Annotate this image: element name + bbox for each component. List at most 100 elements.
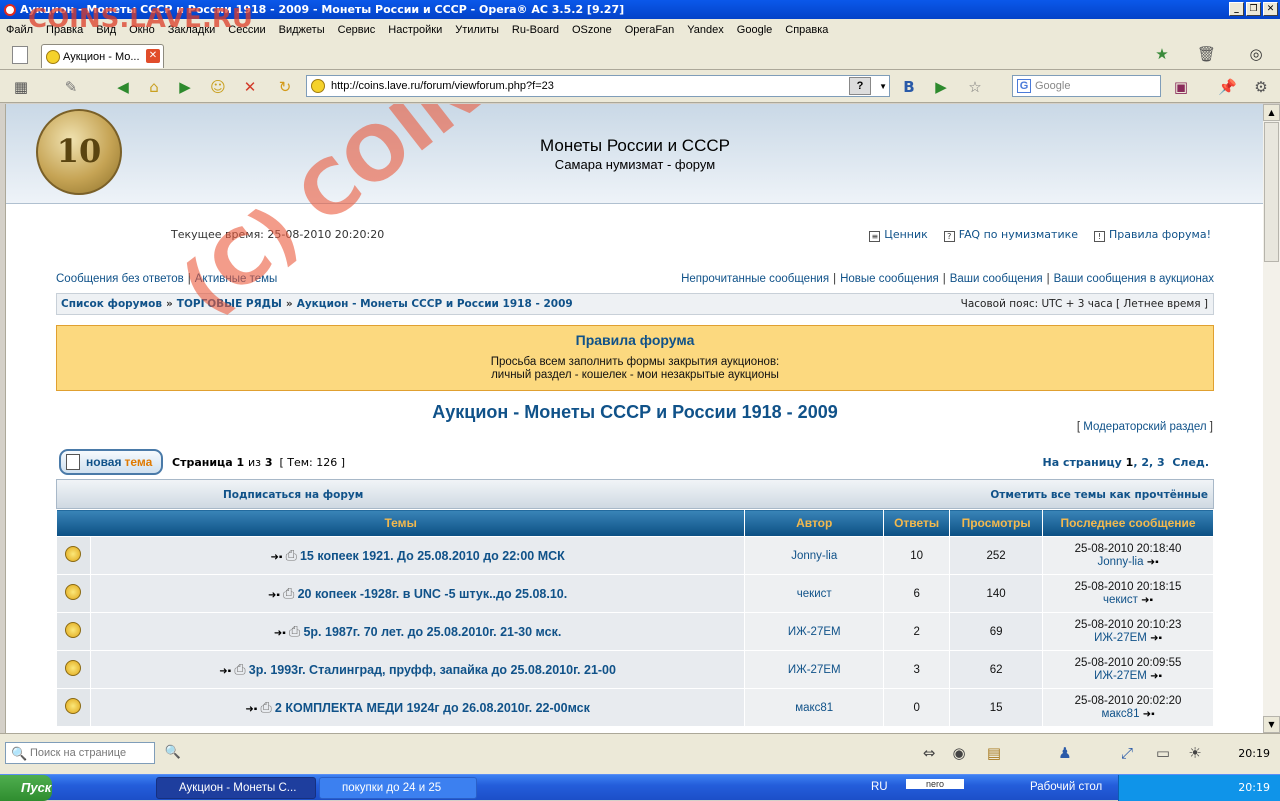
menu-settings[interactable]: Настройки xyxy=(388,24,442,36)
menu-widgets[interactable]: Виджеты xyxy=(279,24,325,36)
scroll-down-icon[interactable]: ▼ xyxy=(1263,716,1280,733)
last-post-author[interactable]: макс81 xyxy=(1101,708,1139,720)
sound-icon[interactable]: ◉ xyxy=(950,744,968,762)
bookmark-add-icon[interactable]: ★ xyxy=(1153,45,1171,63)
menu-ruboard[interactable]: Ru-Board xyxy=(512,24,559,36)
breadcrumb-forums[interactable]: Список форумов xyxy=(61,298,162,310)
page-2-link[interactable]: 2 xyxy=(1141,456,1149,469)
topic-author[interactable]: ИЖ-27ЕМ xyxy=(744,612,885,651)
goto-last-post-icon[interactable]: ➜▪ xyxy=(1147,556,1159,569)
subscribe-link[interactable]: Подписаться на форум xyxy=(223,489,363,501)
new-posts-link[interactable]: Новые сообщения xyxy=(840,273,939,285)
language-indicator[interactable]: RU xyxy=(871,781,888,793)
reload-icon[interactable]: ↻ xyxy=(276,78,294,96)
home-icon[interactable]: ⌂ xyxy=(145,78,163,96)
settings-icon[interactable]: ⚙ xyxy=(1252,78,1270,96)
site-info-icon[interactable]: ? xyxy=(849,77,871,95)
last-post-author[interactable]: ИЖ-27ЕМ xyxy=(1094,670,1147,682)
goto-new-icon[interactable]: ➜▪ xyxy=(245,704,257,715)
zoom-icon[interactable]: ⤢ xyxy=(1118,744,1136,762)
pin-icon[interactable]: 📌 xyxy=(1218,78,1237,96)
translate-icon[interactable]: ▣ xyxy=(1172,78,1190,96)
desktop-toolbar[interactable]: Рабочий стол xyxy=(1030,781,1102,793)
topic-link[interactable]: 20 копеек -1928г. в UNC -5 штук..до 25.0… xyxy=(298,587,568,601)
next-page-link[interactable]: След. xyxy=(1172,456,1209,469)
last-post-author[interactable]: Jonny-lia xyxy=(1097,556,1143,568)
minimize-button[interactable]: _ xyxy=(1229,2,1244,16)
menu-window[interactable]: Окно xyxy=(129,24,155,36)
topic-link[interactable]: 2 КОМПЛЕКТА МЕДИ 1924г до 26.08.2010г. 2… xyxy=(275,701,590,715)
topic-author[interactable]: чекист xyxy=(744,574,885,613)
panels-icon[interactable]: ▦ xyxy=(12,78,30,96)
trash-icon[interactable]: 🗑 xyxy=(1197,45,1216,63)
goto-new-icon[interactable]: ➜▪ xyxy=(268,590,280,601)
menu-sessions[interactable]: Сессии xyxy=(228,24,265,36)
menu-operafan[interactable]: OperaFan xyxy=(625,24,675,36)
address-bar[interactable]: http://coins.lave.ru/forum/viewforum.php… xyxy=(306,75,890,97)
menu-file[interactable]: Файл xyxy=(6,24,33,36)
menu-google[interactable]: Google xyxy=(737,24,772,36)
goto-last-post-icon[interactable]: ➜▪ xyxy=(1141,594,1153,607)
topic-author[interactable]: Jonny-lia xyxy=(744,536,885,575)
menu-utilities[interactable]: Утилиты xyxy=(455,24,499,36)
page-3-link[interactable]: 3 xyxy=(1157,456,1165,469)
search-icon[interactable]: 🔍 xyxy=(164,744,182,762)
close-tab-icon[interactable]: ✕ xyxy=(146,49,160,63)
task-opera[interactable]: Аукцион - Монеты С... xyxy=(156,777,316,799)
menu-bookmarks[interactable]: Закладки xyxy=(168,24,216,36)
price-link[interactable]: ≡ Ценник xyxy=(869,228,928,242)
goto-last-post-icon[interactable]: ➜▪ xyxy=(1143,708,1155,721)
nero-search[interactable]: nero xyxy=(906,779,965,789)
breadcrumb-auction[interactable]: Аукцион - Монеты СССР и России 1918 - 20… xyxy=(297,298,573,310)
blog-icon[interactable]: B xyxy=(900,78,918,96)
close-window-button[interactable]: ✕ xyxy=(1263,2,1278,16)
new-page-icon[interactable] xyxy=(12,46,28,64)
weather-icon[interactable]: ☀ xyxy=(1186,744,1204,762)
menu-help[interactable]: Справка xyxy=(785,24,828,36)
unread-link[interactable]: Непрочитанные сообщения xyxy=(681,273,829,285)
goto-last-post-icon[interactable]: ➜▪ xyxy=(1150,670,1162,683)
topic-link[interactable]: 3р. 1993г. Сталинград, пруфф, запайка до… xyxy=(249,663,616,677)
page-icon[interactable]: ▭ xyxy=(1154,744,1172,762)
goto-new-icon[interactable]: ➜▪ xyxy=(219,666,231,677)
menu-view[interactable]: Вид xyxy=(96,24,116,36)
unanswered-link[interactable]: Сообщения без ответов xyxy=(56,273,184,285)
rules-link[interactable]: ! Правила форума! xyxy=(1094,228,1211,242)
your-auction-posts-link[interactable]: Ваши сообщения в аукционах xyxy=(1054,273,1214,285)
menu-tools[interactable]: Сервис xyxy=(338,24,376,36)
last-post-author[interactable]: чекист xyxy=(1103,594,1138,606)
pen-icon[interactable]: ✎ xyxy=(62,78,80,96)
note-icon[interactable]: ▤ xyxy=(985,744,1003,762)
breadcrumb-trade[interactable]: ТОРГОВЫЕ РЯДЫ xyxy=(177,298,282,310)
your-posts-link[interactable]: Ваши сообщения xyxy=(950,273,1043,285)
task-folder[interactable]: покупки до 24 и 25 xyxy=(319,777,477,799)
active-topics-link[interactable]: Активные темы xyxy=(195,273,278,285)
last-post-author[interactable]: ИЖ-27ЕМ xyxy=(1094,632,1147,644)
stop-icon[interactable]: ✕ xyxy=(241,78,259,96)
moderator-link[interactable]: Модераторский раздел xyxy=(1083,421,1206,433)
menu-yandex[interactable]: Yandex xyxy=(687,24,724,36)
fit-width-icon[interactable]: ⇔ xyxy=(920,744,938,762)
favorite-icon[interactable]: ☆ xyxy=(966,78,984,96)
scroll-up-icon[interactable]: ▲ xyxy=(1263,104,1280,121)
topic-author[interactable]: ИЖ-27ЕМ xyxy=(744,650,885,689)
tab-auction[interactable]: Аукцион - Мо... ✕ xyxy=(41,44,164,68)
topic-author[interactable]: макс81 xyxy=(744,688,885,727)
mark-read-link[interactable]: Отметить все темы как прочтённые xyxy=(990,489,1208,501)
smile-icon[interactable]: ☺ xyxy=(209,78,227,96)
menu-edit[interactable]: Правка xyxy=(46,24,83,36)
vertical-scrollbar[interactable]: ▲ ▼ xyxy=(1263,104,1280,733)
goto-new-icon[interactable]: ➜▪ xyxy=(274,628,286,639)
panel-toggle-icon[interactable]: ◎ xyxy=(1247,45,1265,63)
chevron-down-icon[interactable]: ▼ xyxy=(879,82,887,91)
menu-oszone[interactable]: OSzone xyxy=(572,24,612,36)
address-url[interactable]: http://coins.lave.ru/forum/viewforum.php… xyxy=(331,80,554,92)
start-button[interactable]: Пуск xyxy=(0,775,52,801)
go-icon[interactable]: ▶ xyxy=(932,78,950,96)
user-icon[interactable]: ♟ xyxy=(1056,744,1074,762)
faq-link[interactable]: ? FAQ по нумизматике xyxy=(943,228,1078,242)
back-icon[interactable]: ◀ xyxy=(114,78,132,96)
goto-last-post-icon[interactable]: ➜▪ xyxy=(1150,632,1162,645)
topic-link[interactable]: 5р. 1987г. 70 лет. до 25.08.2010г. 21-30… xyxy=(303,625,561,639)
new-topic-button[interactable]: новая тема xyxy=(59,449,163,475)
